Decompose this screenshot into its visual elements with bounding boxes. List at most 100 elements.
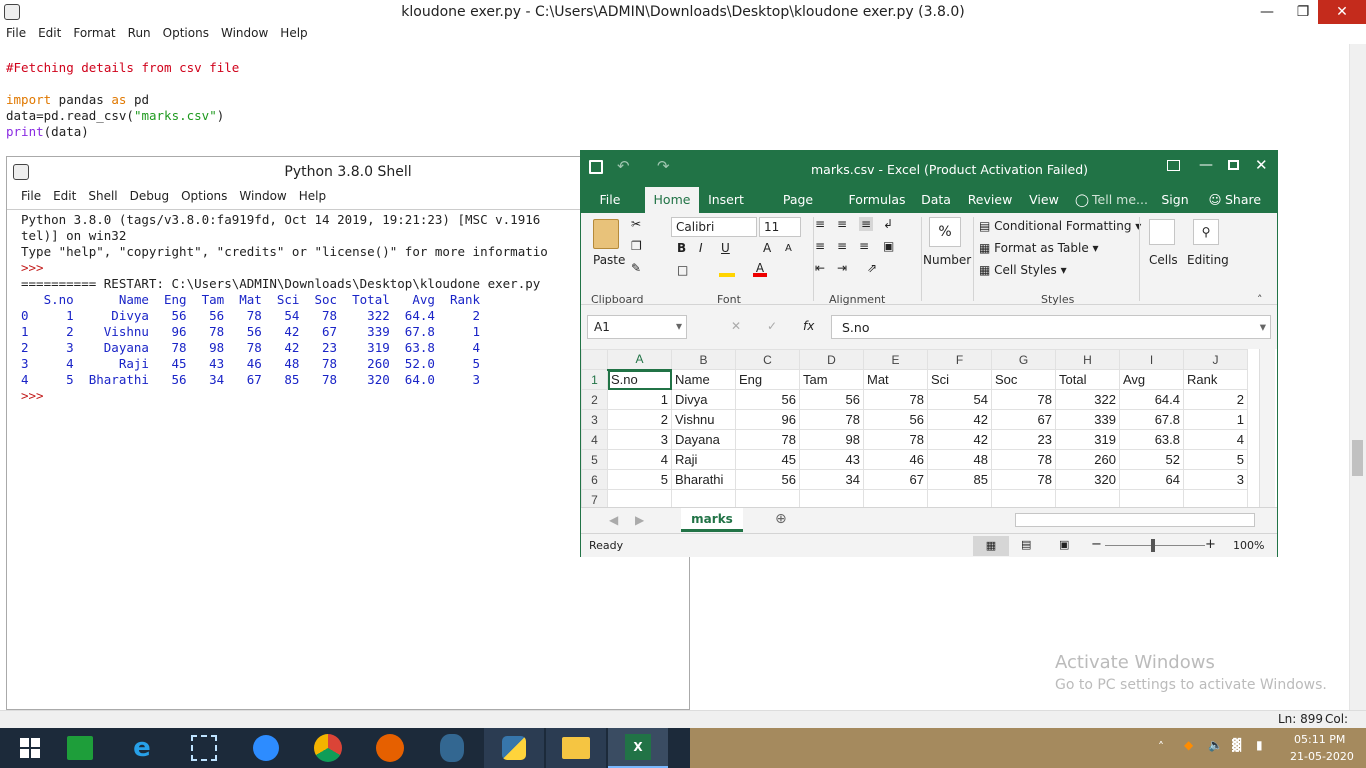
- cell[interactable]: 67: [863, 469, 928, 490]
- format-as-table-button[interactable]: ▦ Format as Table ▾: [979, 241, 1099, 255]
- cell[interactable]: 78: [991, 449, 1056, 470]
- battery-icon[interactable]: ▮: [1256, 738, 1263, 752]
- tab-formulas[interactable]: Formulas: [847, 187, 907, 213]
- cell[interactable]: Vishnu: [671, 409, 736, 430]
- align-top-icon[interactable]: ≡: [815, 217, 825, 231]
- cell[interactable]: 1: [1183, 409, 1248, 430]
- next-sheet-icon[interactable]: ▶: [635, 513, 644, 527]
- cell[interactable]: 56: [863, 409, 928, 430]
- clock-time[interactable]: 05:11 PM: [1294, 733, 1345, 746]
- cell[interactable]: 78: [991, 469, 1056, 490]
- column-header[interactable]: J: [1183, 349, 1248, 370]
- row-header[interactable]: 5: [581, 449, 608, 470]
- cell[interactable]: 67: [991, 409, 1056, 430]
- cell[interactable]: Soc: [991, 369, 1056, 390]
- tab-data[interactable]: Data: [919, 187, 953, 213]
- save-icon[interactable]: [589, 160, 603, 174]
- menu-help[interactable]: Help: [293, 187, 332, 205]
- menu-window[interactable]: Window: [215, 24, 274, 42]
- cell[interactable]: 42: [927, 429, 992, 450]
- zoom-slider-thumb[interactable]: [1151, 539, 1155, 552]
- number-button[interactable]: Number: [923, 253, 971, 267]
- excel-taskbar-icon[interactable]: X: [608, 728, 668, 768]
- row-header[interactable]: 6: [581, 469, 608, 490]
- cell[interactable]: 3: [607, 429, 672, 450]
- cell[interactable]: Tam: [799, 369, 864, 390]
- undo-icon[interactable]: ↶: [617, 157, 630, 175]
- column-header[interactable]: D: [799, 349, 864, 370]
- cell[interactable]: 48: [927, 449, 992, 470]
- cell[interactable]: 96: [735, 409, 800, 430]
- cell[interactable]: 34: [799, 469, 864, 490]
- insert-function-icon[interactable]: fx: [803, 319, 814, 333]
- cell[interactable]: 322: [1055, 389, 1120, 410]
- menu-help[interactable]: Help: [274, 24, 313, 42]
- snipping-tool-icon[interactable]: [174, 728, 234, 768]
- cell[interactable]: 46: [863, 449, 928, 470]
- cell[interactable]: 260: [1055, 449, 1120, 470]
- cell[interactable]: 78: [735, 429, 800, 450]
- borders-icon[interactable]: □: [677, 263, 688, 277]
- page-break-view-icon[interactable]: ▣: [1059, 538, 1069, 551]
- menu-edit[interactable]: Edit: [47, 187, 82, 205]
- editor-scroll-thumb[interactable]: [1352, 440, 1363, 476]
- sheet-tab-marks[interactable]: marks: [681, 508, 743, 532]
- name-box[interactable]: A1 ▾: [587, 315, 687, 339]
- store-icon[interactable]: [50, 728, 110, 768]
- postgresql-icon[interactable]: [422, 728, 482, 768]
- cell-styles-button[interactable]: ▦ Cell Styles ▾: [979, 263, 1067, 277]
- cell[interactable]: 52: [1119, 449, 1184, 470]
- cell[interactable]: Total: [1055, 369, 1120, 390]
- cell[interactable]: 2: [1183, 389, 1248, 410]
- cell[interactable]: Avg: [1119, 369, 1184, 390]
- row-header[interactable]: 3: [581, 409, 608, 430]
- cell[interactable]: 4: [1183, 429, 1248, 450]
- enter-icon[interactable]: ✓: [767, 319, 777, 333]
- fill-color-icon[interactable]: [719, 265, 735, 277]
- minimize-button[interactable]: —: [1252, 0, 1282, 24]
- cell[interactable]: 56: [799, 389, 864, 410]
- tab-home[interactable]: Home: [645, 187, 699, 213]
- cells-button[interactable]: Cells: [1149, 253, 1178, 267]
- copy-icon[interactable]: ❐: [631, 239, 642, 253]
- cell[interactable]: Sci: [927, 369, 992, 390]
- menu-edit[interactable]: Edit: [32, 24, 67, 42]
- menu-options[interactable]: Options: [157, 24, 215, 42]
- cell[interactable]: 5: [1183, 449, 1248, 470]
- page-layout-view-icon[interactable]: ▤: [1021, 538, 1031, 551]
- menu-shell[interactable]: Shell: [82, 187, 123, 205]
- cell[interactable]: 319: [1055, 429, 1120, 450]
- orientation-icon[interactable]: ⇗: [867, 261, 877, 275]
- font-name-box[interactable]: Calibri: [671, 217, 757, 237]
- minimize-button[interactable]: —: [1199, 157, 1213, 173]
- cell[interactable]: 78: [863, 429, 928, 450]
- firefox-icon[interactable]: [360, 728, 420, 768]
- align-bottom-icon[interactable]: ≡: [859, 217, 874, 231]
- align-left-icon[interactable]: ≡: [815, 239, 825, 253]
- network-icon[interactable]: ▓: [1232, 738, 1241, 752]
- antivirus-icon[interactable]: ◆: [1184, 738, 1193, 752]
- zoom-out-icon[interactable]: −: [1091, 537, 1102, 552]
- zoom-in-icon[interactable]: +: [1205, 537, 1216, 552]
- tab-file[interactable]: File: [593, 187, 627, 213]
- menu-file[interactable]: File: [15, 187, 47, 205]
- column-header[interactable]: F: [927, 349, 992, 370]
- redo-icon[interactable]: ↷: [657, 157, 670, 175]
- align-right-icon[interactable]: ≡: [859, 239, 869, 253]
- align-center-icon[interactable]: ≡: [837, 239, 847, 253]
- cell[interactable]: Rank: [1183, 369, 1248, 390]
- clock-date[interactable]: 21-05-2020: [1290, 750, 1354, 763]
- cell[interactable]: 339: [1055, 409, 1120, 430]
- tab-review[interactable]: Review: [967, 187, 1013, 213]
- align-middle-icon[interactable]: ≡: [837, 217, 847, 231]
- file-explorer-icon[interactable]: [546, 728, 606, 768]
- row-header[interactable]: 4: [581, 429, 608, 450]
- decrease-font-icon[interactable]: A: [785, 243, 792, 254]
- paste-button[interactable]: Paste: [593, 253, 625, 267]
- tab-view[interactable]: View: [1027, 187, 1061, 213]
- cell[interactable]: 320: [1055, 469, 1120, 490]
- merge-icon[interactable]: ▣: [883, 239, 894, 253]
- cell[interactable]: 43: [799, 449, 864, 470]
- paste-icon[interactable]: [593, 219, 619, 249]
- cell[interactable]: Divya: [671, 389, 736, 410]
